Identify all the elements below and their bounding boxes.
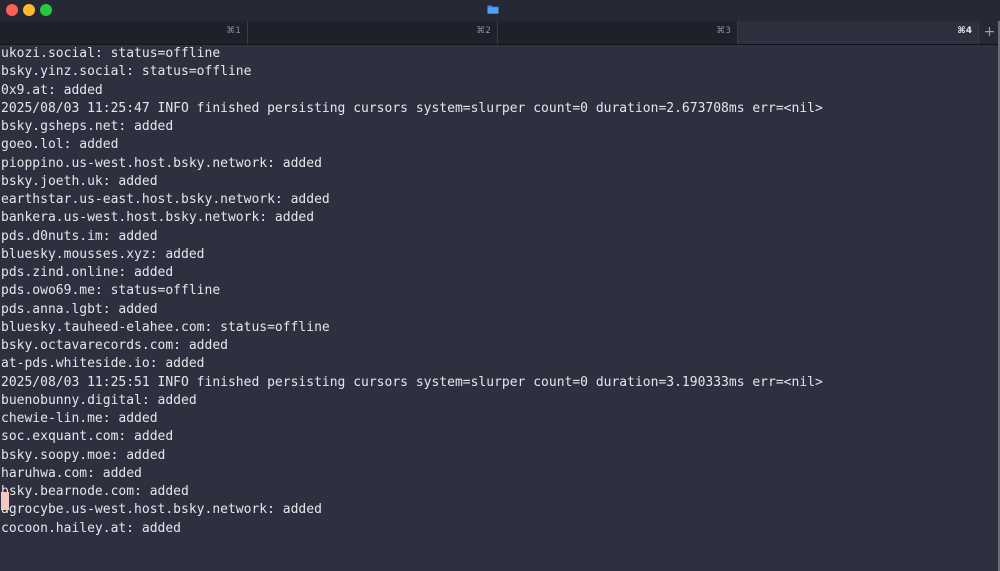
terminal-window: ⌘1 ⌘2 ⌘3 ⌘4 + ukozi.social: status=offli… (0, 0, 1000, 571)
terminal-cursor (1, 492, 9, 510)
terminal-line: goeo.lol: added (1, 137, 119, 153)
terminal-line: bsky.gsheps.net: added (1, 119, 174, 134)
tab-shortcut: ⌘4 (957, 26, 972, 36)
terminal-line: 0x9.at: added (1, 82, 103, 98)
terminal-line: pds.owo69.me: status=offline (1, 283, 221, 299)
terminal-line: bsky.octavarecords.com: added (1, 338, 228, 353)
terminal-line: chewie-lin.me: added (1, 411, 158, 426)
terminal-output[interactable]: ukozi.social: status=offline bsky.yinz.so… (0, 45, 998, 571)
terminal-line: buenobunny.digital: added (1, 392, 197, 408)
tab-shortcut: ⌘1 (226, 26, 241, 36)
terminal-line: pds.zind.online: added (1, 265, 174, 280)
terminal-line: soc.exquant.com: added (1, 429, 174, 445)
terminal-line: bluesky.tauheed-elahee.com: status=offli… (1, 319, 330, 335)
tab-4-active[interactable]: ⌘4 (738, 21, 978, 44)
terminal-line: 2025/08/03 11:25:51 INFO finished persis… (1, 374, 823, 390)
terminal-line: haruhwa.com: added (1, 465, 142, 481)
close-button[interactable] (6, 4, 18, 16)
title-bar (0, 0, 1000, 21)
terminal-line: at-pds.whiteside.io: added (1, 356, 205, 372)
tab-3[interactable]: ⌘3 (498, 21, 738, 44)
terminal-line: agrocybe.us-west.host.bsky.network: adde… (1, 502, 322, 518)
terminal-line: bankera.us-west.host.bsky.network: added (1, 210, 315, 226)
terminal-line: bsky.joeth.uk: added (1, 173, 158, 189)
terminal-line: pioppino.us-west.host.bsky.network: adde… (1, 155, 322, 171)
tab-shortcut: ⌘3 (716, 26, 731, 36)
terminal-line: earthstar.us-east.host.bsky.network: add… (1, 192, 330, 207)
minimize-button[interactable] (23, 4, 35, 16)
folder-icon (487, 5, 499, 14)
new-tab-button[interactable]: + (978, 21, 1000, 44)
tab-bar: ⌘1 ⌘2 ⌘3 ⌘4 + (0, 21, 1000, 45)
terminal-line: bluesky.mousses.xyz: added (1, 246, 205, 262)
terminal-line: bsky.yinz.social: status=offline (1, 64, 252, 80)
terminal-line: ukozi.social: status=offline (1, 46, 221, 61)
terminal-line: pds.anna.lgbt: added (1, 301, 158, 317)
terminal-line: pds.d0nuts.im: added (1, 228, 158, 244)
tab-shortcut: ⌘2 (476, 26, 491, 36)
terminal-line: cocoon.hailey.at: added (1, 520, 182, 536)
terminal-line: bsky.soopy.moe: added (1, 447, 166, 463)
tab-1[interactable]: ⌘1 (0, 21, 248, 44)
tab-2[interactable]: ⌘2 (248, 21, 498, 44)
terminal-line: 2025/08/03 11:25:47 INFO finished persis… (1, 100, 823, 116)
terminal-line: bsky.bearnode.com: added (1, 484, 189, 499)
maximize-button[interactable] (40, 4, 52, 16)
